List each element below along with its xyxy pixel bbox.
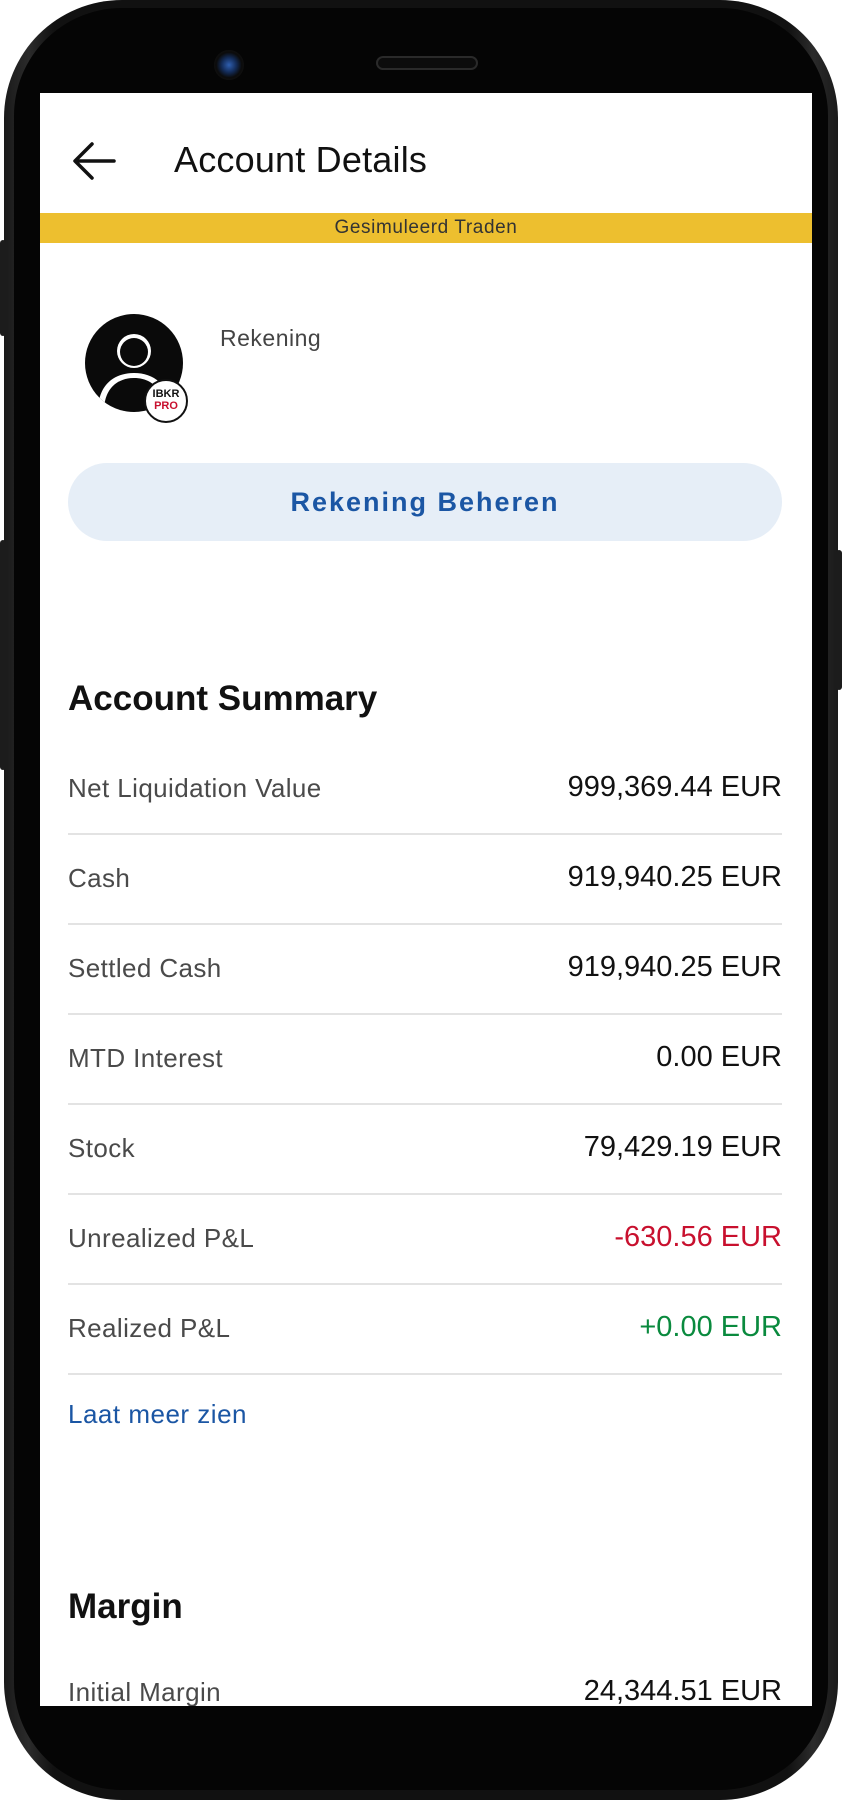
- app-screen: Account Details Gesimuleerd Traden IBKR …: [40, 93, 812, 1706]
- summary-row-cash: Cash 919,940.25 EUR: [68, 835, 782, 925]
- summary-row-net-liquidation: Net Liquidation Value 999,369.44 EUR: [68, 745, 782, 835]
- row-label: Unrealized P&L: [68, 1223, 255, 1253]
- summary-row-unrealized-pnl: Unrealized P&L -630.56 EUR: [68, 1195, 782, 1285]
- manage-account-button[interactable]: Rekening Beheren: [68, 463, 782, 541]
- account-label: Rekening: [220, 325, 322, 351]
- row-value: 999,369.44 EUR: [567, 771, 782, 803]
- row-label: Net Liquidation Value: [68, 773, 322, 803]
- margin-title: Margin: [68, 1587, 183, 1626]
- row-label: Cash: [68, 863, 131, 893]
- app-header: Account Details: [40, 93, 812, 213]
- page-title: Account Details: [174, 139, 428, 180]
- back-arrow-icon[interactable]: [70, 139, 120, 183]
- account-summary-title: Account Summary: [68, 679, 378, 718]
- row-value: 79,429.19 EUR: [583, 1131, 782, 1163]
- summary-row-stock: Stock 79,429.19 EUR: [68, 1105, 782, 1195]
- side-button-left-bottom: [0, 540, 6, 770]
- summary-row-mtd-interest: MTD Interest 0.00 EUR: [68, 1015, 782, 1105]
- show-more-link[interactable]: Laat meer zien: [68, 1399, 247, 1430]
- phone-frame: Account Details Gesimuleerd Traden IBKR …: [0, 0, 842, 1800]
- ibkr-pro-badge: IBKR PRO: [144, 379, 188, 423]
- side-button-right: [836, 550, 842, 690]
- row-label: Initial Margin: [68, 1677, 221, 1706]
- margin-row-initial: Initial Margin 24,344.51 EUR: [68, 1649, 782, 1706]
- row-value-negative: -630.56 EUR: [614, 1221, 782, 1253]
- speaker-grille: [376, 56, 478, 70]
- summary-row-realized-pnl: Realized P&L +0.00 EUR: [68, 1285, 782, 1375]
- row-value: 0.00 EUR: [656, 1041, 782, 1073]
- row-label: Stock: [68, 1133, 136, 1163]
- row-label: Settled Cash: [68, 953, 222, 983]
- row-label: MTD Interest: [68, 1043, 224, 1073]
- row-label: Realized P&L: [68, 1313, 231, 1343]
- badge-bottom-text: PRO: [154, 400, 178, 412]
- row-value: 919,940.25 EUR: [567, 951, 782, 983]
- row-value: 919,940.25 EUR: [567, 861, 782, 893]
- summary-row-settled-cash: Settled Cash 919,940.25 EUR: [68, 925, 782, 1015]
- badge-top-text: IBKR: [152, 388, 180, 400]
- row-value-positive: +0.00 EUR: [639, 1311, 782, 1343]
- row-value: 24,344.51 EUR: [583, 1675, 782, 1706]
- front-camera-icon: [214, 50, 244, 80]
- simulated-trading-banner: Gesimuleerd Traden: [40, 213, 812, 243]
- side-button-left-top: [0, 240, 6, 336]
